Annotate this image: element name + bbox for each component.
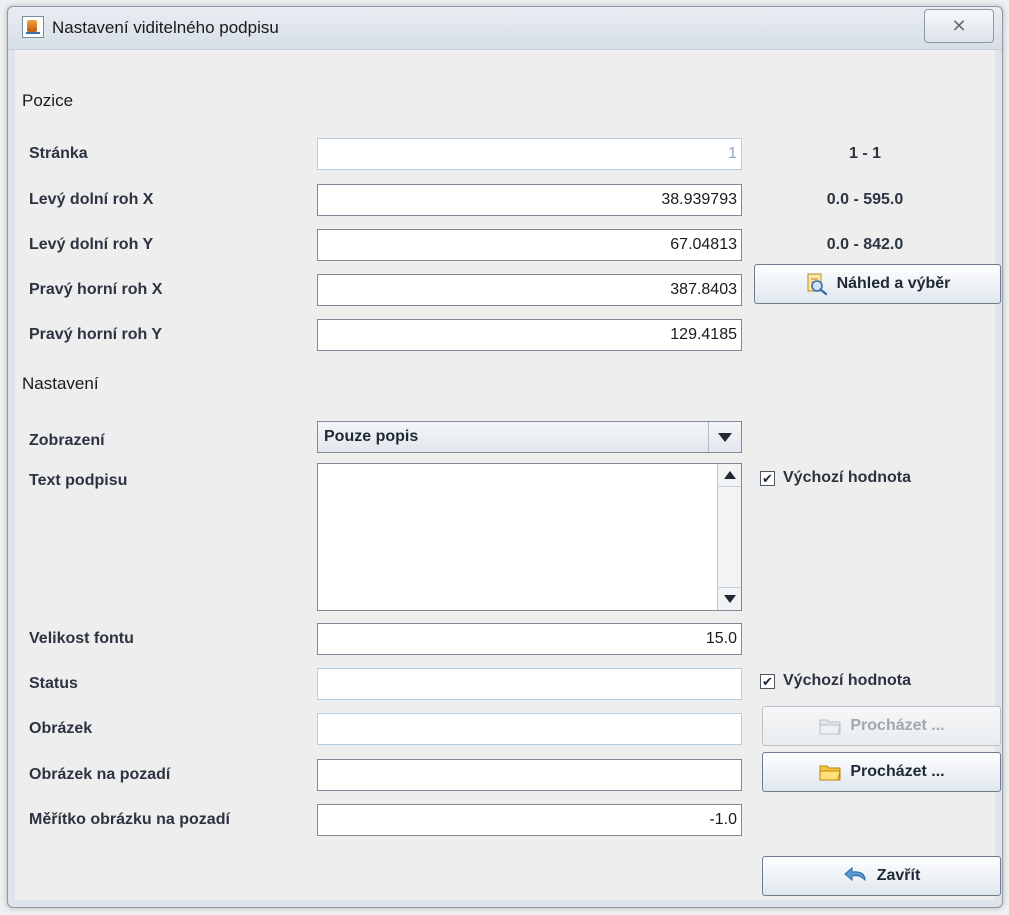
background-image-browse-label: Procházet ... xyxy=(850,763,945,780)
folder-icon xyxy=(819,719,841,735)
lower-left-y-range: 0.0 - 842.0 xyxy=(826,236,904,253)
background-image-browse-button[interactable]: Procházet ... xyxy=(762,752,1001,792)
undo-arrow-icon xyxy=(843,866,866,882)
font-size-field[interactable]: 15.0 xyxy=(317,623,742,655)
close-button[interactable]: Zavřít xyxy=(762,856,1001,896)
signature-text-default-checkbox[interactable]: ✔ Výchozí hodnota xyxy=(760,469,911,487)
upper-right-y-label: Pravý horní roh Y xyxy=(29,326,163,343)
image-browse-label: Procházet ... xyxy=(850,717,945,734)
checkmark-icon[interactable]: ✔ xyxy=(760,470,775,486)
window-close-button[interactable]: ⨯ xyxy=(924,9,994,43)
page-field[interactable]: 1 xyxy=(317,138,742,170)
upper-right-x-label: Pravý horní roh X xyxy=(29,281,163,298)
title-bar: Nastavení viditelného podpisu ⨯ xyxy=(8,7,1002,50)
preview-select-button[interactable]: Náhled a výběr xyxy=(754,264,1001,304)
display-label: Zobrazení xyxy=(29,432,105,449)
section-position-title: Pozice xyxy=(22,91,74,110)
background-scale-field[interactable]: -1.0 xyxy=(317,804,742,836)
signature-settings-window: Nastavení viditelného podpisu ⨯ Pozice S… xyxy=(7,6,1003,908)
display-selected-value: Pouze popis xyxy=(324,428,419,445)
font-size-label: Velikost fontu xyxy=(29,630,134,647)
close-button-label: Zavřít xyxy=(876,867,921,884)
lower-left-y-label: Levý dolní roh Y xyxy=(29,236,154,253)
folder-icon xyxy=(819,765,841,781)
upper-right-x-field[interactable]: 387.8403 xyxy=(317,274,742,306)
status-field[interactable] xyxy=(317,668,742,700)
dialog-content: Pozice Stránka 1 1 - 1 Levý dolní roh X … xyxy=(15,50,1001,900)
scrollbar-track[interactable] xyxy=(718,486,741,588)
magnifier-document-icon xyxy=(807,273,827,296)
lower-left-y-field[interactable]: 67.04813 xyxy=(317,229,742,261)
background-scale-label: Měřítko obrázku na pozadí xyxy=(29,811,230,828)
page-range: 1 - 1 xyxy=(848,145,881,162)
dropdown-arrow-icon[interactable] xyxy=(708,422,741,452)
lower-left-x-field[interactable]: 38.939793 xyxy=(317,184,742,216)
upper-right-y-field[interactable]: 129.4185 xyxy=(317,319,742,351)
java-app-icon xyxy=(22,16,44,38)
lower-left-x-range: 0.0 - 595.0 xyxy=(826,191,904,208)
signature-text-label: Text podpisu xyxy=(29,472,128,489)
scroll-down-arrow-icon[interactable] xyxy=(718,588,741,610)
signature-text-default-label: Výchozí hodnota xyxy=(783,469,911,486)
section-settings-title: Nastavení xyxy=(22,374,99,393)
image-field[interactable] xyxy=(317,713,742,745)
checkmark-icon[interactable]: ✔ xyxy=(760,673,775,689)
image-browse-button[interactable]: Procházet ... xyxy=(762,706,1001,746)
lower-left-x-label: Levý dolní roh X xyxy=(29,191,154,208)
image-label: Obrázek xyxy=(29,720,93,737)
background-image-field[interactable] xyxy=(317,759,742,791)
status-default-label: Výchozí hodnota xyxy=(783,672,911,689)
background-image-label: Obrázek na pozadí xyxy=(29,766,171,783)
status-label: Status xyxy=(29,675,78,692)
status-default-checkbox[interactable]: ✔ Výchozí hodnota xyxy=(760,672,911,690)
display-combobox[interactable]: Pouze popis xyxy=(317,421,742,453)
preview-select-label: Náhled a výběr xyxy=(836,275,951,292)
window-title: Nastavení viditelného podpisu xyxy=(52,18,279,37)
scroll-up-arrow-icon[interactable] xyxy=(718,464,741,486)
signature-text-scrollbar[interactable] xyxy=(717,464,741,610)
signature-text-area[interactable] xyxy=(317,463,742,611)
page-label: Stránka xyxy=(29,145,88,162)
